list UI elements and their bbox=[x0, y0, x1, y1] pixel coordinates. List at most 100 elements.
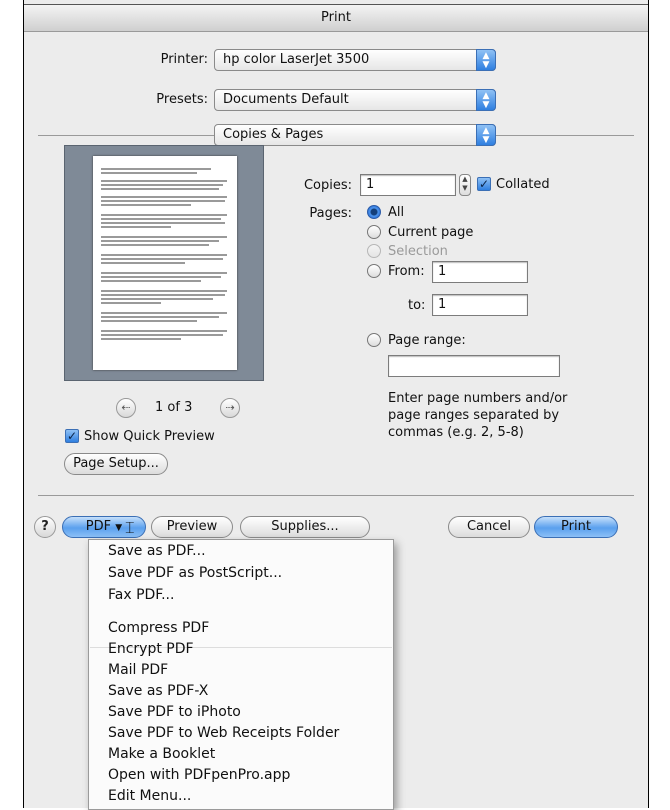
preview-text-line bbox=[101, 272, 227, 274]
preview-text-line bbox=[101, 298, 213, 300]
presets-value: Documents Default bbox=[223, 92, 349, 107]
checkmark-icon: ✓ bbox=[478, 177, 490, 191]
pages-from-label: From: bbox=[388, 264, 425, 279]
copies-stepper[interactable]: ▲ ▼ bbox=[459, 174, 471, 196]
page-range-hint-line-1: Enter page numbers and/or bbox=[388, 391, 568, 406]
page-indicator: 1 of 3 bbox=[155, 400, 193, 415]
menu-item-save-pdf-to-web-receipts[interactable]: Save PDF to Web Receipts Folder bbox=[108, 725, 339, 741]
pdf-dropdown-menu: Save as PDF... Save PDF as PostScript...… bbox=[88, 539, 394, 810]
menu-item-save-as-pdf-x[interactable]: Save as PDF-X bbox=[108, 683, 208, 699]
menu-item-compress-pdf[interactable]: Compress PDF bbox=[108, 620, 209, 636]
pdf-button-label: PDF bbox=[85, 519, 112, 534]
window-title: Print bbox=[24, 4, 648, 32]
preview-text-line bbox=[101, 258, 223, 260]
show-quick-preview-checkbox[interactable]: ✓ bbox=[65, 429, 79, 443]
presets-label: Presets: bbox=[156, 92, 208, 107]
menu-item-encrypt-pdf[interactable]: Encrypt PDF bbox=[108, 641, 194, 657]
menu-item-make-a-booklet[interactable]: Make a Booklet bbox=[108, 746, 215, 762]
left-arrow-icon: ⇠ bbox=[121, 401, 131, 414]
preview-text-line bbox=[101, 222, 225, 224]
preview-text-line bbox=[101, 204, 191, 206]
right-arrow-icon: ⇢ bbox=[225, 401, 235, 414]
preview-text-line bbox=[101, 214, 227, 216]
previous-page-button[interactable]: ⇠ bbox=[116, 398, 136, 418]
preview-button[interactable]: Preview bbox=[151, 516, 233, 538]
preview-text-line bbox=[101, 240, 219, 242]
supplies-button[interactable]: Supplies... bbox=[240, 516, 370, 538]
preview-text-line bbox=[101, 254, 227, 256]
page-range-hint-line-2: page ranges separated by bbox=[388, 408, 560, 423]
preview-text-line bbox=[101, 244, 209, 246]
copies-field[interactable]: 1 bbox=[360, 174, 456, 196]
pages-all-label: All bbox=[388, 205, 405, 220]
preview-text-line bbox=[101, 180, 227, 182]
section-value: Copies & Pages bbox=[223, 127, 324, 142]
pages-selection-radio[interactable] bbox=[367, 244, 381, 258]
printer-popup[interactable]: hp color LaserJet 3500 ▲ ▼ bbox=[214, 49, 496, 71]
section-separator-right bbox=[496, 135, 634, 136]
preview-text-line bbox=[101, 196, 227, 198]
pages-page-range-radio[interactable] bbox=[367, 333, 381, 347]
menu-item-edit-menu[interactable]: Edit Menu... bbox=[108, 788, 191, 804]
menu-item-fax-pdf[interactable]: Fax PDF... bbox=[108, 587, 174, 603]
print-button[interactable]: Print bbox=[534, 516, 618, 538]
mouse-cursor-icon: ⌶ bbox=[125, 518, 135, 537]
preview-text-line bbox=[101, 312, 227, 314]
next-page-button[interactable]: ⇢ bbox=[220, 398, 240, 418]
cancel-button[interactable]: Cancel bbox=[448, 516, 530, 538]
collated-label: Collated bbox=[496, 177, 550, 192]
preview-text-line bbox=[101, 330, 227, 332]
from-page-field[interactable]: 1 bbox=[432, 261, 528, 283]
menu-item-mail-pdf[interactable]: Mail PDF bbox=[108, 662, 168, 678]
pages-current-page-radio[interactable] bbox=[367, 225, 381, 239]
pages-from-radio[interactable] bbox=[367, 264, 381, 278]
section-popup[interactable]: Copies & Pages ▲ ▼ bbox=[214, 124, 496, 146]
preview-text-line bbox=[101, 236, 227, 238]
preview-text-line bbox=[101, 226, 171, 228]
preview-text-line bbox=[101, 290, 227, 292]
show-quick-preview-label: Show Quick Preview bbox=[84, 429, 215, 444]
page-range-hint-line-3: commas (e.g. 2, 5-8) bbox=[388, 425, 524, 440]
collated-checkbox[interactable]: ✓ bbox=[477, 177, 491, 191]
page-setup-button[interactable]: Page Setup... bbox=[64, 453, 168, 475]
help-button[interactable]: ? bbox=[34, 516, 56, 538]
pages-all-radio[interactable] bbox=[367, 205, 381, 219]
preview-text-line bbox=[101, 316, 219, 318]
preview-text-line bbox=[101, 168, 211, 170]
page-range-field[interactable] bbox=[388, 355, 560, 377]
pages-current-page-label: Current page bbox=[388, 225, 474, 240]
menu-item-save-pdf-to-iphoto[interactable]: Save PDF to iPhoto bbox=[108, 704, 241, 720]
pages-page-range-label: Page range: bbox=[388, 333, 466, 348]
to-page-field[interactable]: 1 bbox=[432, 294, 528, 316]
preview-text-line bbox=[101, 294, 225, 296]
menu-item-save-pdf-as-postscript[interactable]: Save PDF as PostScript... bbox=[108, 565, 282, 581]
bottom-separator bbox=[38, 495, 634, 496]
preview-text-line bbox=[101, 338, 181, 340]
print-dialog: Print Printer: hp color LaserJet 3500 ▲ ▼… bbox=[23, 0, 649, 810]
pages-selection-label: Selection bbox=[388, 244, 448, 259]
menu-item-save-as-pdf[interactable]: Save as PDF... bbox=[108, 543, 206, 559]
preview-text-line bbox=[101, 302, 161, 304]
presets-popup[interactable]: Documents Default ▲ ▼ bbox=[214, 89, 496, 111]
preview-text-line bbox=[101, 276, 221, 278]
preview-text-line bbox=[101, 262, 185, 264]
up-down-arrows-icon: ▲ ▼ bbox=[476, 49, 496, 71]
pages-to-label: to: bbox=[408, 298, 426, 313]
preview-text-line bbox=[101, 184, 223, 186]
preview-text-line bbox=[101, 280, 201, 282]
page-preview bbox=[64, 145, 264, 381]
preview-text-line bbox=[101, 172, 197, 174]
chevron-down-icon: ▼ bbox=[115, 523, 123, 533]
preview-text-line bbox=[101, 188, 219, 190]
preview-text-line bbox=[101, 334, 223, 336]
preview-text-line bbox=[101, 218, 221, 220]
pages-label: Pages: bbox=[309, 206, 352, 221]
preview-text-line bbox=[101, 320, 197, 322]
printer-label: Printer: bbox=[160, 52, 208, 67]
menu-item-open-with-pdfpenpro[interactable]: Open with PDFpenPro.app bbox=[108, 767, 290, 783]
preview-text-line bbox=[101, 200, 225, 202]
preview-page bbox=[93, 156, 237, 370]
checkmark-icon: ✓ bbox=[66, 429, 78, 443]
section-separator-left bbox=[38, 135, 214, 136]
up-down-arrows-icon: ▲ ▼ bbox=[476, 124, 496, 146]
